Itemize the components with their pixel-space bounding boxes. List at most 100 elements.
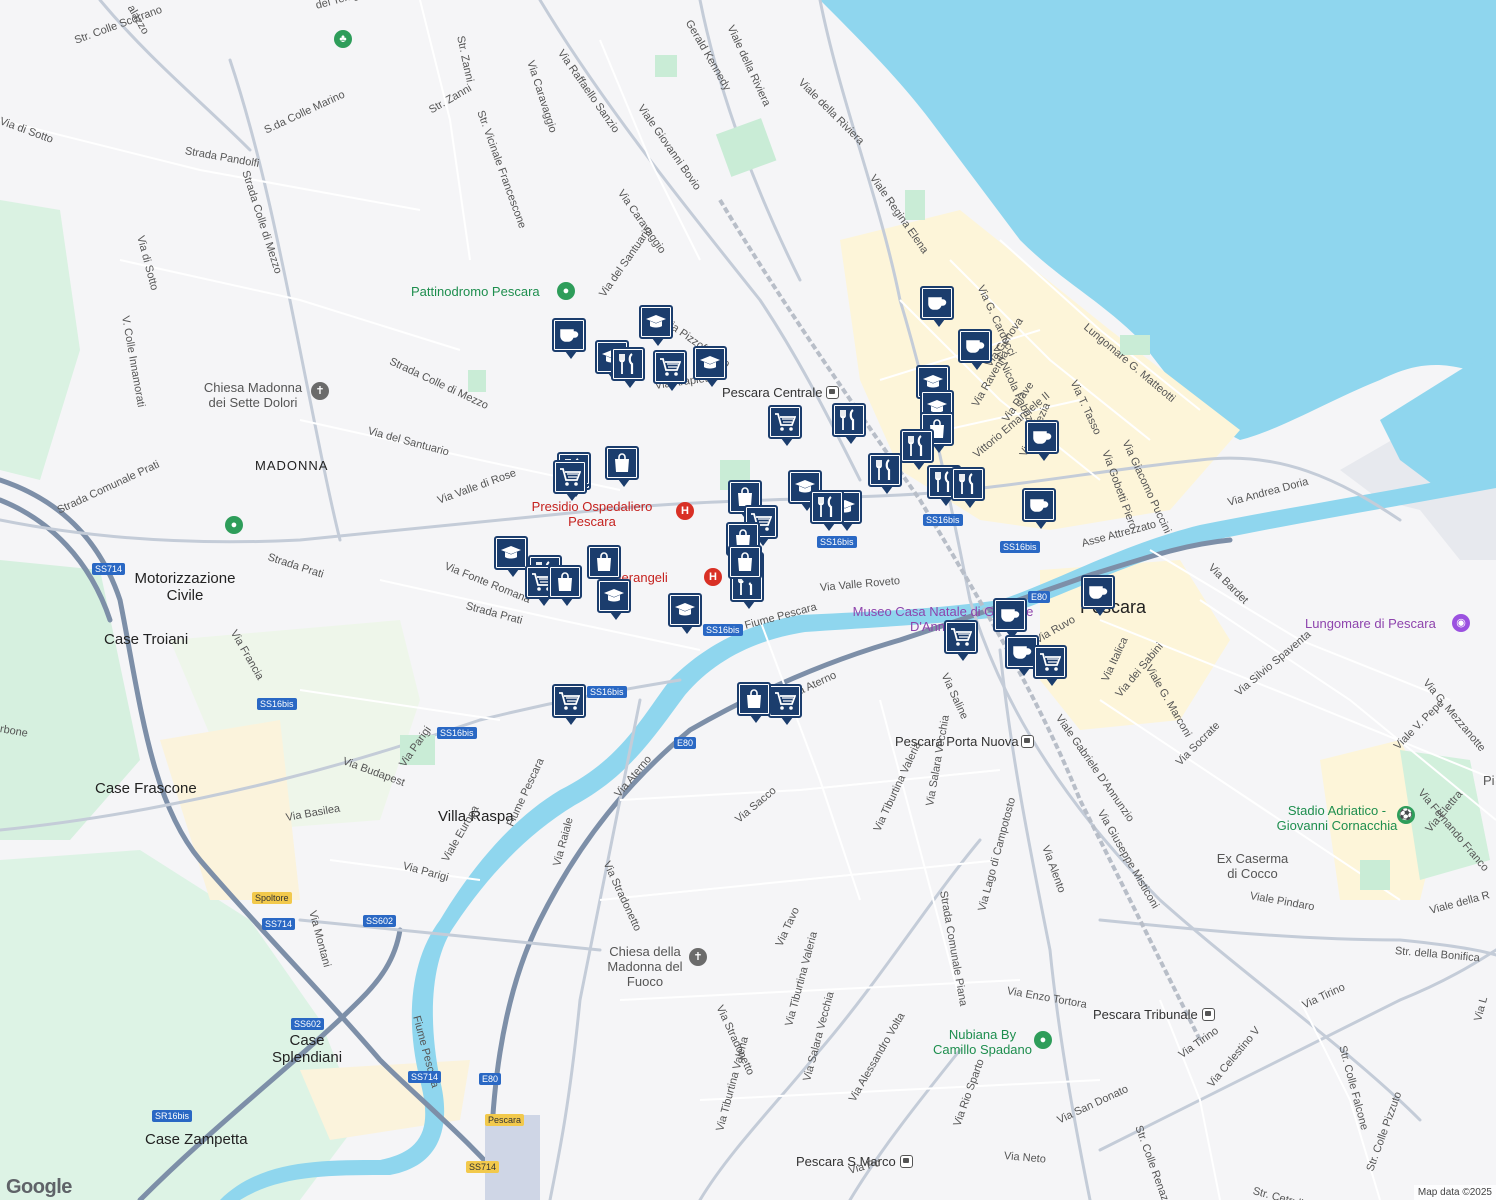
church-icon-2[interactable]: ✝	[689, 948, 707, 966]
school-icon	[600, 582, 628, 610]
poi-chiesa-fuoco[interactable]: Chiesa della Madonna del Fuoco	[600, 944, 690, 989]
map-marker-cafe[interactable]	[958, 329, 992, 370]
map-marker-cafe[interactable]	[1081, 575, 1115, 616]
road-shield: SS16bis	[1000, 541, 1040, 553]
poi-lungomare[interactable]: Lungomare di Pescara	[1305, 616, 1436, 631]
map-marker-grocery[interactable]	[1033, 645, 1067, 686]
train-station-icon-2[interactable]	[1021, 735, 1034, 748]
cafe-icon	[996, 601, 1024, 629]
cafe-icon	[961, 332, 989, 360]
train-station-icon-3[interactable]	[1202, 1008, 1215, 1021]
map-marker-school[interactable]	[693, 346, 727, 387]
map-marker-shopping-bag[interactable]	[548, 565, 582, 606]
train-station-icon[interactable]	[826, 386, 839, 399]
pattinodromo-pin-icon[interactable]: ●	[557, 282, 575, 300]
road-shield: SS602	[291, 1018, 325, 1030]
shopping-bag-icon	[740, 685, 768, 713]
road-shield: SS16bis	[437, 727, 477, 739]
map-marker-shopping-bag[interactable]	[605, 446, 639, 487]
map-marker-grocery[interactable]	[653, 350, 687, 391]
road-shield: SS16bis	[257, 698, 297, 710]
map-marker-shopping-bag[interactable]	[587, 545, 621, 586]
grocery-icon	[1036, 648, 1064, 676]
map-marker-school[interactable]	[494, 536, 528, 577]
station-tribunale[interactable]: Pescara Tribunale	[1093, 1007, 1198, 1022]
poi-nubiana[interactable]: Nubiana By Camillo Spadano	[930, 1027, 1035, 1057]
school-icon	[497, 539, 525, 567]
grocery-icon	[771, 687, 799, 715]
map-marker-restaurant[interactable]	[832, 403, 866, 444]
place-motorizzazione: Motorizzazione Civile	[134, 570, 236, 604]
map-marker-school[interactable]	[668, 593, 702, 634]
map-marker-cafe[interactable]	[993, 598, 1027, 639]
map-marker-school[interactable]	[639, 305, 673, 346]
cafe-icon	[923, 289, 951, 317]
map-marker-grocery[interactable]	[553, 460, 587, 501]
google-logo: Google	[6, 1176, 72, 1198]
motorizzazione-pin-icon[interactable]: ●	[225, 516, 243, 534]
school-icon	[671, 596, 699, 624]
grocery-icon	[771, 408, 799, 436]
cafe-icon	[1028, 423, 1056, 451]
map-canvas[interactable]: MADONNA Motorizzazione Civile Case Troia…	[0, 0, 1496, 1200]
park-west	[0, 200, 80, 480]
map-marker-shopping-bag[interactable]	[728, 545, 762, 586]
place-case-zampetta: Case Zampetta	[145, 1131, 248, 1148]
station-centrale[interactable]: Pescara Centrale	[722, 385, 822, 400]
map-marker-restaurant[interactable]	[810, 490, 844, 531]
map-marker-restaurant[interactable]	[868, 453, 902, 494]
poi-partial-right[interactable]: Pi	[1483, 773, 1495, 788]
map-marker-grocery[interactable]	[768, 684, 802, 725]
school-icon	[642, 308, 670, 336]
restaurant-icon	[871, 456, 899, 484]
hospital-icon-2[interactable]: H	[704, 568, 722, 586]
road-shield: SS16bis	[587, 686, 627, 698]
map-marker-grocery[interactable]	[768, 405, 802, 446]
map-attribution[interactable]: Map data ©2025	[1413, 1185, 1496, 1200]
map-marker-cafe[interactable]	[1025, 420, 1059, 461]
shopping-bag-icon	[551, 568, 579, 596]
poi-caserma[interactable]: Ex Caserma di Cocco	[1210, 851, 1295, 881]
tree-icon[interactable]: ♣	[334, 30, 352, 48]
road-shield: SS16bis	[817, 536, 857, 548]
road-shield: E80	[1028, 591, 1051, 603]
map-marker-restaurant[interactable]	[900, 429, 934, 470]
road-shield: SS714	[466, 1161, 500, 1173]
poi-stadio[interactable]: Stadio Adriatico - Giovanni Cornacchia	[1262, 803, 1412, 833]
road-shield: Pescara	[485, 1114, 525, 1126]
map-marker-shopping-bag[interactable]	[737, 682, 771, 723]
grocery-icon	[555, 687, 583, 715]
place-case-splendiani: Case Splendiani	[271, 1032, 343, 1066]
camera-icon[interactable]: ◉	[1452, 614, 1470, 632]
hospital-icon[interactable]: H	[676, 502, 694, 520]
map-marker-restaurant[interactable]	[951, 467, 985, 508]
map-marker-cafe[interactable]	[920, 286, 954, 327]
train-station-icon-4[interactable]	[900, 1155, 913, 1168]
restaurant-icon	[614, 350, 642, 378]
cafe-icon	[1025, 491, 1053, 519]
place-case-troiani: Case Troiani	[104, 631, 189, 648]
road-shield: SR16bis	[152, 1110, 193, 1122]
map-marker-grocery[interactable]	[552, 684, 586, 725]
map-marker-cafe[interactable]	[1022, 488, 1056, 529]
nubiana-pin-icon[interactable]: ●	[1034, 1031, 1052, 1049]
place-case-frascone: Case Frascone	[95, 780, 197, 797]
poi-presidio[interactable]: Presidio Ospedaliero Pescara	[512, 499, 672, 529]
restaurant-icon	[813, 493, 841, 521]
poi-pattinodromo[interactable]: Pattinodromo Pescara	[411, 284, 540, 299]
grocery-icon	[556, 463, 584, 491]
church-icon[interactable]: ✝	[311, 382, 329, 400]
stadium-icon[interactable]: ⚽	[1397, 806, 1415, 824]
road-shield: E80	[674, 737, 697, 749]
place-madonna: MADONNA	[255, 458, 329, 473]
shopping-bag-icon	[608, 449, 636, 477]
restaurant-icon	[835, 406, 863, 434]
map-marker-cafe[interactable]	[552, 318, 586, 359]
map-marker-restaurant[interactable]	[611, 347, 645, 388]
map-marker-grocery[interactable]	[944, 620, 978, 661]
shopping-bag-icon	[590, 548, 618, 576]
map-marker-school[interactable]	[597, 579, 631, 620]
poi-chiesa-sette-dolori[interactable]: Chiesa Madonna dei Sette Dolori	[198, 380, 308, 410]
road-shield: SS714	[262, 918, 296, 930]
road-shield: SS16bis	[923, 514, 963, 526]
